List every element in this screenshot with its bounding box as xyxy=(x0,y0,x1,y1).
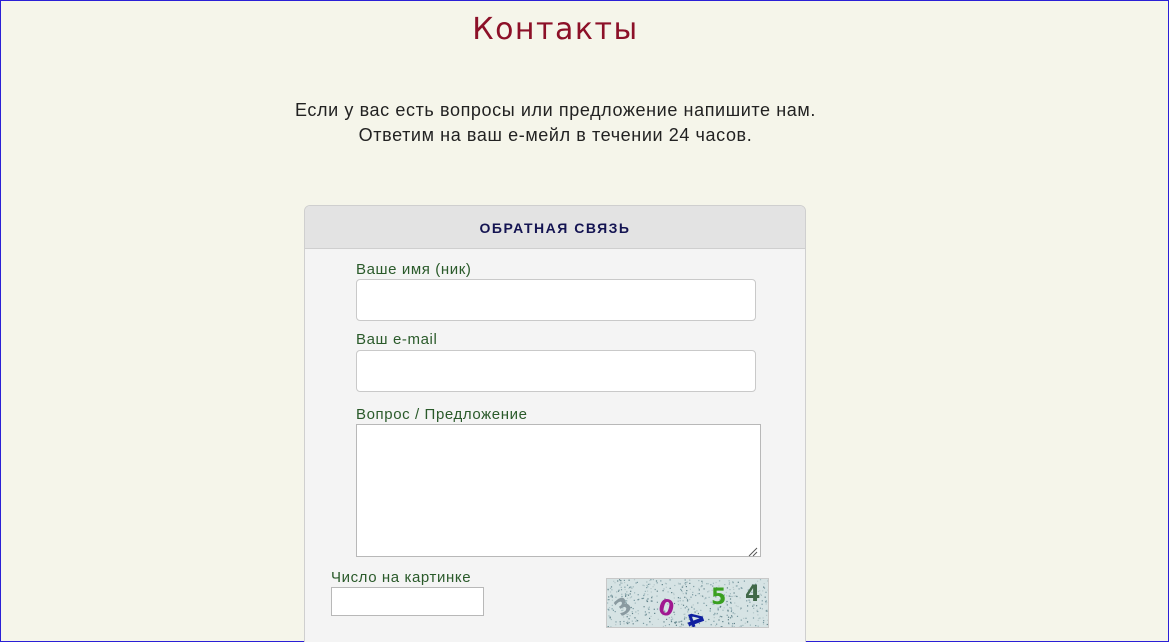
name-label: Ваше имя (ник) xyxy=(356,261,472,278)
captcha-digit: 5 xyxy=(711,585,726,610)
captcha-digit: 0 xyxy=(655,595,676,623)
message-textarea[interactable] xyxy=(356,424,761,557)
captcha-label: Число на картинке xyxy=(331,569,472,586)
intro-line-1: Если у вас есть вопросы или предложение … xyxy=(295,100,816,120)
page-title: Контакты xyxy=(472,12,639,47)
captcha-digit: 4 xyxy=(679,609,708,627)
captcha-digit: 4 xyxy=(745,582,760,607)
captcha-digit: 3 xyxy=(610,593,637,622)
message-label: Вопрос / Предложение xyxy=(356,406,528,423)
intro-line-2: Ответим на ваш е-мейл в течении 24 часов… xyxy=(358,125,753,145)
captcha-digits: 3 0 45 4 xyxy=(610,582,760,627)
captcha-image: 30454 xyxy=(606,578,769,628)
feedback-form: ОБРАТНАЯ СВЯЗЬ Ваше имя (ник) Ваш e-mail… xyxy=(304,205,806,642)
name-input[interactable] xyxy=(356,279,756,321)
intro-text: Если у вас есть вопросы или предложение … xyxy=(1,98,1110,148)
captcha-svg: 3 0 45 4 xyxy=(607,579,768,627)
form-header: ОБРАТНАЯ СВЯЗЬ xyxy=(305,206,805,249)
email-input[interactable] xyxy=(356,350,756,392)
resize-grip-icon[interactable] xyxy=(748,544,758,557)
email-label: Ваш e-mail xyxy=(356,331,438,348)
captcha-input[interactable] xyxy=(331,587,484,616)
